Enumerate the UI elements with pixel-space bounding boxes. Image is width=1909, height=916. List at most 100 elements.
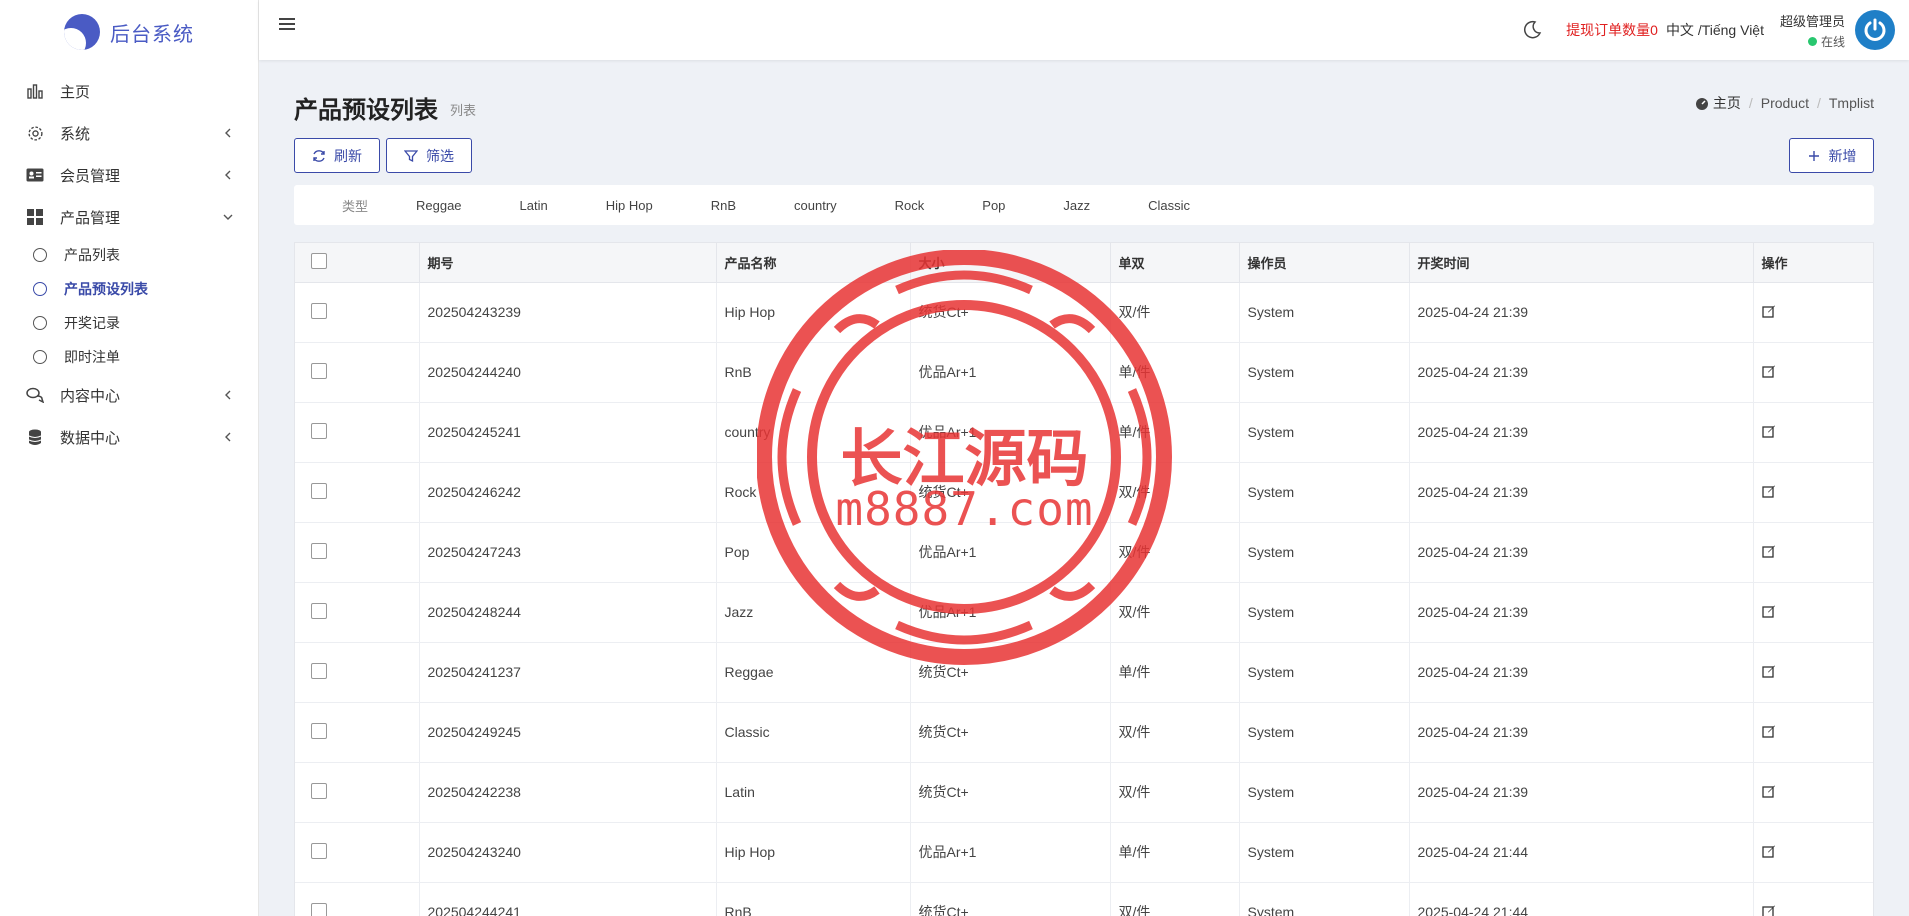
chevron-left-icon bbox=[220, 125, 236, 141]
action-cell bbox=[1753, 822, 1873, 883]
sidebar-subitem-product-list[interactable]: 产品列表 bbox=[0, 238, 258, 272]
column-header[interactable]: 开奖时间 bbox=[1409, 243, 1754, 283]
draw-time-cell: 2025-04-24 21:39 bbox=[1409, 342, 1754, 403]
filter-option[interactable]: Classic bbox=[1148, 198, 1190, 213]
odd-even-cell: 单/件 bbox=[1110, 822, 1240, 883]
filter-option[interactable]: RnB bbox=[711, 198, 736, 213]
menu-toggle-icon[interactable] bbox=[279, 18, 295, 32]
sidebar-item-content[interactable]: 内容中心 bbox=[0, 374, 258, 416]
add-button[interactable]: 新增 bbox=[1789, 138, 1874, 173]
issue-number-cell: 202504244241 bbox=[419, 882, 717, 916]
sidebar-item-members[interactable]: 会员管理 bbox=[0, 154, 258, 196]
edit-icon[interactable] bbox=[1761, 784, 1776, 798]
product-name-cell: Classic bbox=[716, 702, 911, 763]
column-header[interactable]: 操作员 bbox=[1239, 243, 1410, 283]
filter-type-label: 类型 bbox=[341, 198, 368, 214]
filter-option[interactable]: country bbox=[794, 198, 837, 213]
draw-time-cell: 2025-04-24 21:39 bbox=[1409, 702, 1754, 763]
filter-option[interactable]: Rock bbox=[895, 198, 925, 213]
column-header[interactable]: 产品名称 bbox=[716, 243, 911, 283]
row-select-cell bbox=[295, 462, 420, 523]
edit-icon[interactable] bbox=[1761, 304, 1776, 318]
issue-number-cell: 202504244240 bbox=[419, 342, 717, 403]
row-checkbox[interactable] bbox=[311, 902, 327, 916]
breadcrumb-item[interactable]: Product bbox=[1761, 95, 1809, 111]
operator-cell: System bbox=[1239, 702, 1410, 763]
row-select-cell bbox=[295, 402, 420, 463]
brand[interactable]: 后台系统 bbox=[0, 0, 258, 64]
edit-icon[interactable] bbox=[1761, 364, 1776, 378]
data-table-wrapper: 期号 产品名称 大小 单双 操作员 开奖时间 操作 202504243239 Hi… bbox=[294, 242, 1874, 916]
select-all-header bbox=[295, 243, 420, 283]
row-select-cell bbox=[295, 282, 420, 343]
odd-even-cell: 双/件 bbox=[1110, 522, 1240, 583]
refresh-button[interactable]: 刷新 bbox=[294, 138, 380, 173]
sidebar-subitem-draw-records[interactable]: 开奖记录 bbox=[0, 306, 258, 340]
withdraw-order-count[interactable]: 提现订单数量0 bbox=[1566, 20, 1658, 40]
edit-icon[interactable] bbox=[1761, 724, 1776, 738]
sidebar-subitem-preset-list[interactable]: 产品预设列表 bbox=[0, 272, 258, 306]
breadcrumb-home[interactable]: 主页 bbox=[1695, 93, 1741, 113]
edit-icon[interactable] bbox=[1761, 664, 1776, 678]
issue-number-cell: 202504243240 bbox=[419, 822, 717, 883]
filter-button[interactable]: 筛选 bbox=[386, 138, 472, 173]
row-checkbox[interactable] bbox=[311, 422, 327, 439]
row-checkbox[interactable] bbox=[311, 782, 327, 799]
sidebar-item-products[interactable]: 产品管理 bbox=[0, 196, 258, 238]
edit-icon[interactable] bbox=[1761, 424, 1776, 438]
language-switcher[interactable]: 中文 /Tiếng Việt bbox=[1666, 20, 1764, 40]
row-select-cell bbox=[295, 882, 420, 916]
product-name-cell: country bbox=[716, 402, 911, 463]
row-checkbox[interactable] bbox=[311, 602, 327, 619]
issue-number-cell: 202504245241 bbox=[419, 402, 717, 463]
sidebar-subitem-live-orders[interactable]: 即时注单 bbox=[0, 340, 258, 374]
filter-option[interactable]: Hip Hop bbox=[606, 198, 653, 213]
row-checkbox[interactable] bbox=[311, 842, 327, 859]
action-cell bbox=[1753, 402, 1873, 463]
action-cell bbox=[1753, 522, 1873, 583]
breadcrumb: 主页 / Product / Tmplist bbox=[1695, 93, 1874, 113]
odd-even-cell: 单/件 bbox=[1110, 642, 1240, 703]
sidebar-menu: 主页 系统 会员管理 产品管理 产品列表 产品预设列表 开奖记录 即时注单 内容… bbox=[0, 70, 258, 458]
sidebar-item-system[interactable]: 系统 bbox=[0, 112, 258, 154]
edit-icon[interactable] bbox=[1761, 604, 1776, 618]
edit-icon[interactable] bbox=[1761, 544, 1776, 558]
table-row: 202504242238 Latin 统货Ct+ 双/件 System 2025-04-2… bbox=[295, 762, 1873, 823]
filter-option[interactable]: Reggae bbox=[416, 198, 462, 213]
user-info[interactable]: 超级管理员 在线 bbox=[1780, 11, 1845, 50]
table-row: 202504246242 Rock 统货Ct+ 双/件 System 2025-04-24… bbox=[295, 462, 1873, 523]
filter-option[interactable]: Latin bbox=[520, 198, 548, 213]
draw-time-cell: 2025-04-24 21:44 bbox=[1409, 822, 1754, 883]
row-checkbox[interactable] bbox=[311, 662, 327, 679]
edit-icon[interactable] bbox=[1761, 904, 1776, 916]
odd-even-cell: 双/件 bbox=[1110, 582, 1240, 643]
logo-icon bbox=[64, 14, 100, 50]
filter-option[interactable]: Pop bbox=[982, 198, 1005, 213]
toolbar: 刷新 筛选 新增 bbox=[294, 138, 1874, 176]
issue-number-cell: 202504243239 bbox=[419, 282, 717, 343]
chevron-left-icon bbox=[220, 167, 236, 183]
edit-icon[interactable] bbox=[1761, 844, 1776, 858]
moon-icon[interactable] bbox=[1522, 20, 1542, 40]
select-all-checkbox[interactable] bbox=[311, 252, 327, 269]
refresh-label: 刷新 bbox=[334, 147, 362, 164]
add-label: 新增 bbox=[1828, 147, 1857, 164]
sidebar-item-label: 数据中心 bbox=[60, 429, 121, 447]
filter-option[interactable]: Jazz bbox=[1063, 198, 1090, 213]
avatar[interactable] bbox=[1855, 10, 1895, 50]
edit-icon[interactable] bbox=[1761, 484, 1776, 498]
product-name-cell: RnB bbox=[716, 342, 911, 403]
row-checkbox[interactable] bbox=[311, 722, 327, 739]
column-header[interactable]: 单双 bbox=[1110, 243, 1240, 283]
row-checkbox[interactable] bbox=[311, 362, 327, 379]
column-header[interactable]: 期号 bbox=[419, 243, 717, 283]
row-checkbox[interactable] bbox=[311, 482, 327, 499]
size-cell: 优品Ar+1 bbox=[910, 522, 1111, 583]
row-checkbox[interactable] bbox=[311, 542, 327, 559]
sidebar-item-home[interactable]: 主页 bbox=[0, 70, 258, 112]
online-dot-icon bbox=[1807, 36, 1817, 46]
sidebar-item-data[interactable]: 数据中心 bbox=[0, 416, 258, 458]
row-checkbox[interactable] bbox=[311, 302, 327, 319]
action-cell bbox=[1753, 462, 1873, 523]
column-header[interactable]: 大小 bbox=[910, 243, 1111, 283]
